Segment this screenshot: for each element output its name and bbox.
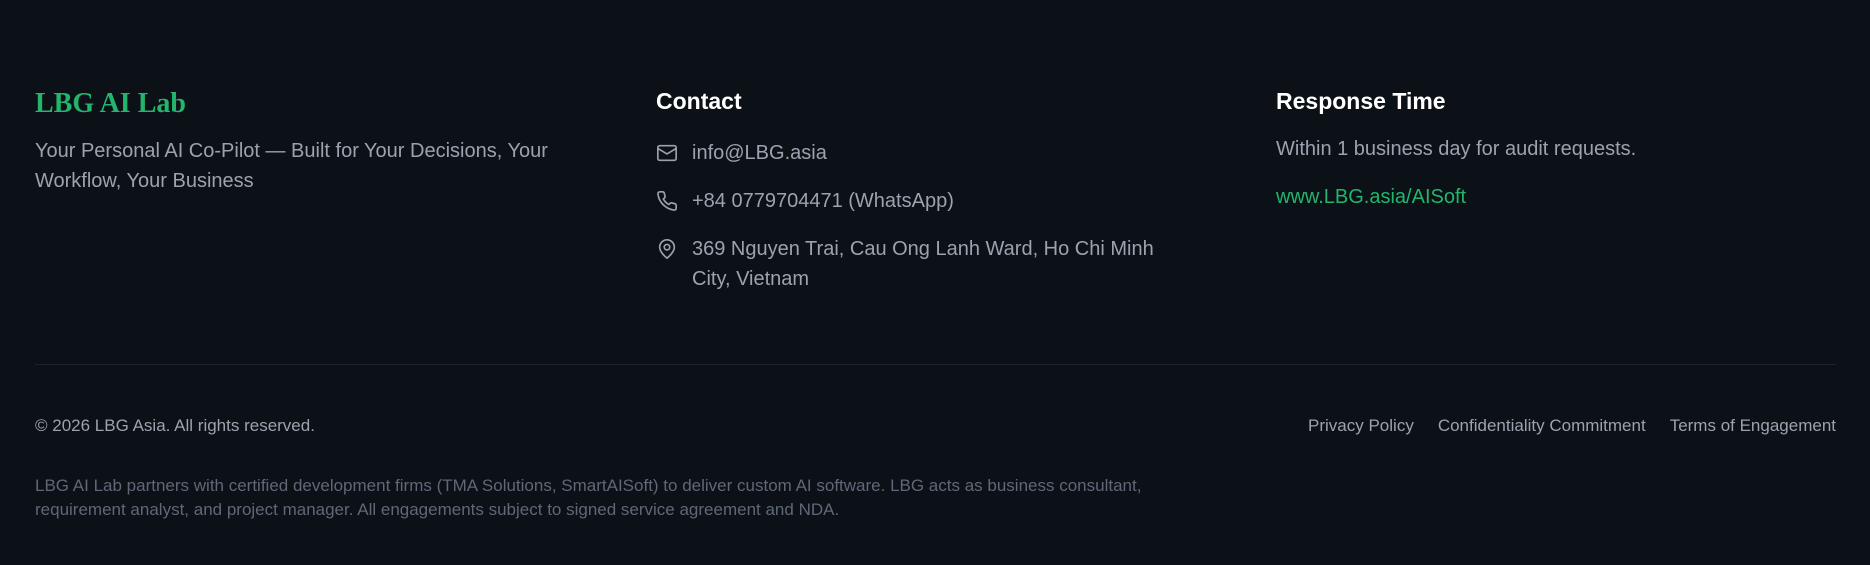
- contact-address: 369 Nguyen Trai, Cau Ong Lanh Ward, Ho C…: [656, 234, 1216, 294]
- contact-column: Contact info@LBG.asia +84 0779704471 (Wh…: [656, 86, 1216, 312]
- contact-phone[interactable]: +84 0779704471 (WhatsApp): [656, 186, 1216, 216]
- legal-links: Privacy Policy Confidentiality Commitmen…: [1308, 414, 1836, 438]
- terms-of-engagement-link[interactable]: Terms of Engagement: [1670, 414, 1836, 438]
- brand-column: LBG AI Lab Your Personal AI Co-Pilot — B…: [35, 86, 595, 196]
- contact-email-text[interactable]: info@LBG.asia: [692, 138, 1192, 168]
- response-text: Within 1 business day for audit requests…: [1276, 138, 1637, 160]
- confidentiality-commitment-link[interactable]: Confidentiality Commitment: [1438, 414, 1646, 438]
- site-footer: LBG AI Lab Your Personal AI Co-Pilot — B…: [35, 0, 1836, 565]
- aisoft-link[interactable]: www.LBG.asia/AISoft: [1276, 182, 1466, 212]
- contact-phone-text[interactable]: +84 0779704471 (WhatsApp): [692, 186, 1192, 216]
- response-title: Response Time: [1276, 88, 1446, 114]
- contact-address-text: 369 Nguyen Trai, Cau Ong Lanh Ward, Ho C…: [692, 238, 1154, 290]
- disclaimer-text: LBG AI Lab partners with certified devel…: [35, 476, 1142, 519]
- phone-icon: [656, 186, 680, 216]
- copyright-text: © 2026 LBG Asia. All rights reserved.: [35, 416, 315, 435]
- footer-divider: [35, 364, 1836, 365]
- map-pin-icon: [656, 234, 680, 264]
- contact-title: Contact: [656, 88, 742, 114]
- privacy-policy-link[interactable]: Privacy Policy: [1308, 414, 1414, 438]
- response-column: Response Time Within 1 business day for …: [1276, 86, 1836, 212]
- mail-icon: [656, 138, 680, 168]
- brand-tagline: Your Personal AI Co-Pilot — Built for Yo…: [35, 140, 548, 192]
- brand-name[interactable]: LBG AI Lab: [35, 86, 595, 122]
- contact-email[interactable]: info@LBG.asia: [656, 138, 1216, 168]
- contact-list: info@LBG.asia +84 0779704471 (WhatsApp): [656, 138, 1216, 294]
